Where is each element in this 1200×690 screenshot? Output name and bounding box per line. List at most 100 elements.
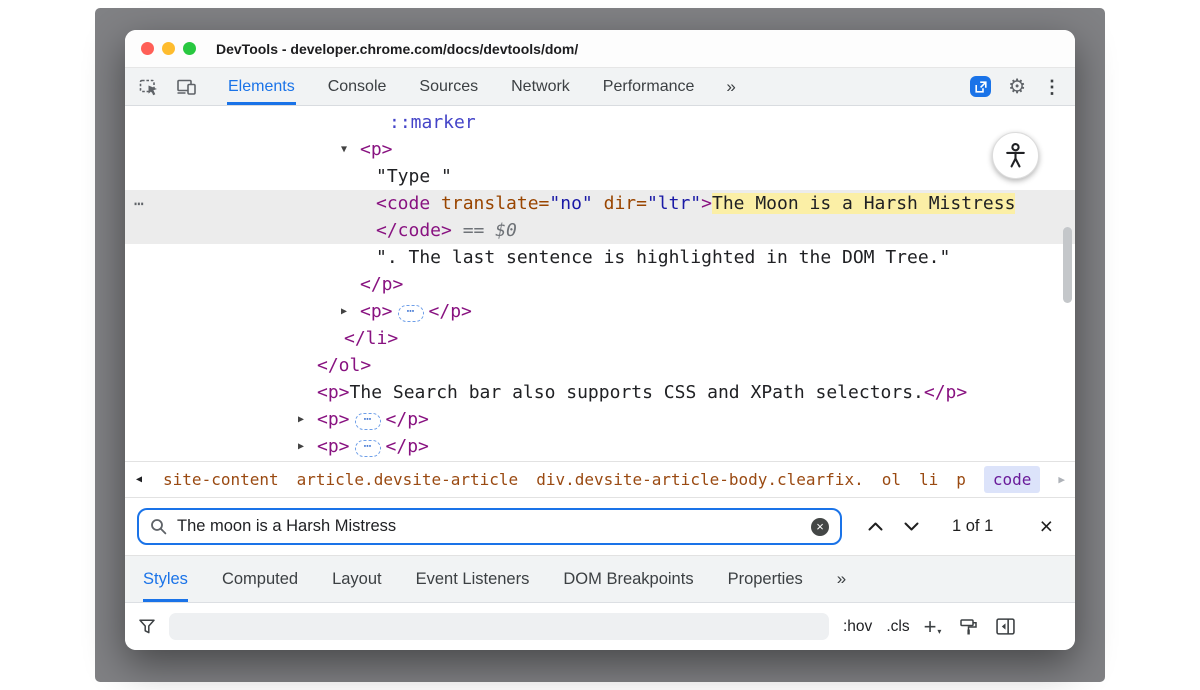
dom-tree-line[interactable]: <p>The Search bar also supports CSS and … [125, 379, 1075, 406]
kebab-menu-icon[interactable]: ⋮ [1043, 78, 1061, 96]
open-in-new-icon[interactable] [970, 76, 991, 97]
dom-token-tag: </code> [376, 220, 452, 241]
settings-gear-icon[interactable]: ⚙ [1008, 77, 1026, 97]
zoom-window-button[interactable] [183, 42, 196, 55]
styles-filter-input[interactable] [169, 613, 829, 640]
dom-node-text: <code translate="no" dir="ltr">The Moon … [125, 190, 1075, 217]
tab-styles[interactable]: Styles [143, 556, 188, 602]
breadcrumb-scroll-left-icon[interactable]: ◀ [133, 474, 145, 485]
tab-properties[interactable]: Properties [728, 556, 803, 602]
scrollbar-thumb[interactable] [1063, 227, 1072, 303]
new-style-rule-button[interactable]: + ▾ [924, 616, 942, 638]
dom-tree-line[interactable]: </li> [125, 325, 1075, 352]
breadcrumb-item-li[interactable]: li [919, 470, 938, 489]
inspect-element-icon[interactable] [139, 77, 159, 97]
dom-node-text: </ol> [125, 352, 1075, 379]
tab-dom-breakpoints[interactable]: DOM Breakpoints [563, 556, 693, 602]
dom-token-pseudo: ::marker [389, 112, 476, 133]
expand-arrow-icon[interactable]: ▶ [298, 433, 304, 460]
tab-console[interactable]: Console [327, 68, 388, 105]
breadcrumb-item-ol[interactable]: ol [882, 470, 901, 489]
dom-node-text: <p>⋯</p> [125, 433, 1075, 460]
dom-token-tag: <p> [317, 382, 350, 403]
dom-node-text: "Type " [125, 163, 1075, 190]
tab-network[interactable]: Network [510, 68, 571, 105]
minimize-window-button[interactable] [162, 42, 175, 55]
dom-node-text: <p>⋯</p> [125, 298, 1075, 325]
dom-token-attr: translate= [430, 193, 549, 214]
dom-token-text: The Search bar also supports CSS and XPa… [350, 382, 924, 403]
dom-tree: ::marker▼<p>"Type "⋯<code translate="no"… [125, 109, 1075, 460]
more-sidebar-tabs-icon[interactable]: » [837, 556, 846, 602]
dom-token-text: ". The last sentence is highlighted in t… [376, 247, 950, 268]
dom-tree-line[interactable]: ::marker [125, 109, 1075, 136]
dom-node-text: ::marker [125, 109, 1075, 136]
dom-token-tag: <p> [317, 409, 350, 430]
vertical-scrollbar[interactable] [1063, 112, 1072, 455]
breadcrumb-scroll-right-icon[interactable]: ▶ [1058, 473, 1068, 486]
devtools-window: DevTools - developer.chrome.com/docs/dev… [125, 30, 1075, 650]
device-toolbar-icon[interactable] [176, 77, 197, 97]
sidebar-tabs: Styles Computed Layout Event Listeners D… [125, 555, 1075, 603]
tab-sources[interactable]: Sources [418, 68, 479, 105]
breadcrumb-item-code[interactable]: code [984, 466, 1041, 493]
search-bar: × 1 of 1 × [125, 498, 1075, 555]
breadcrumb-item-div[interactable]: div.devsite-article-body.clearfix. [536, 470, 864, 489]
dom-token-value: "ltr" [647, 193, 701, 214]
breadcrumb-bar: ◀ site-content article.devsite-article d… [125, 461, 1075, 498]
toggle-element-state-button[interactable]: :hov [843, 618, 872, 636]
dom-tree-line[interactable]: "Type " [125, 163, 1075, 190]
close-window-button[interactable] [141, 42, 154, 55]
collapsed-children-icon[interactable]: ⋯ [355, 440, 381, 457]
accessibility-person-icon[interactable] [992, 132, 1039, 179]
element-classes-button[interactable]: .cls [886, 618, 909, 636]
breadcrumb-item-article[interactable]: article.devsite-article [297, 470, 519, 489]
dom-token-hl: The Moon is a Harsh Mistress [712, 193, 1015, 214]
dom-tree-line[interactable]: ▶ <p> ⋯ </p> [125, 406, 1075, 433]
collapsed-children-icon[interactable]: ⋯ [355, 413, 381, 430]
tab-event-listeners[interactable]: Event Listeners [416, 556, 530, 602]
dom-tree-line[interactable]: ▶<p>⋯</p> [125, 298, 1075, 325]
dom-token-tag: </p> [360, 274, 403, 295]
collapsed-children-icon[interactable]: ⋯ [398, 305, 424, 322]
dom-node-text: <p> ⋯ </p> [125, 406, 1075, 433]
dom-tree-line[interactable]: ⋯<code translate="no" dir="ltr">The Moon… [125, 190, 1075, 217]
more-tabs-icon[interactable]: » [726, 68, 735, 105]
tab-layout[interactable]: Layout [332, 556, 382, 602]
toolbar-left-icons [139, 68, 197, 105]
tab-elements[interactable]: Elements [227, 68, 296, 105]
more-actions-icon[interactable]: ⋯ [134, 190, 145, 217]
dom-tree-line[interactable]: ▼<p> [125, 136, 1075, 163]
dom-tree-line[interactable]: ▶<p>⋯</p> [125, 433, 1075, 460]
search-box[interactable]: × [137, 508, 842, 545]
plus-icon: + [924, 616, 937, 638]
breadcrumb-item-site-content[interactable]: site-content [163, 470, 279, 489]
sidebar-toggle-icon[interactable] [996, 618, 1015, 635]
breadcrumb-item-p[interactable]: p [956, 470, 966, 489]
dom-tree-line[interactable]: </ol> [125, 352, 1075, 379]
tab-performance[interactable]: Performance [602, 68, 696, 105]
expand-arrow-icon[interactable]: ▶ [298, 406, 304, 433]
previous-result-icon[interactable] [860, 512, 890, 542]
paint-roller-icon[interactable] [959, 618, 978, 636]
next-result-icon[interactable] [896, 512, 926, 542]
dom-tree-line[interactable]: </code> == $0 [125, 217, 1075, 244]
panel-tabs: Elements Console Sources Network Perform… [227, 68, 736, 105]
expand-arrow-icon[interactable]: ▶ [341, 298, 347, 325]
dom-tree-line[interactable]: ". The last sentence is highlighted in t… [125, 244, 1075, 271]
tab-computed[interactable]: Computed [222, 556, 298, 602]
dom-token-meta: == $0 [452, 220, 517, 241]
dom-token-tag: </ol> [317, 355, 371, 376]
close-search-icon[interactable]: × [1040, 515, 1053, 538]
search-input[interactable] [177, 517, 801, 536]
dom-token-tag: </p> [386, 409, 429, 430]
dom-tree-line[interactable]: </p> [125, 271, 1075, 298]
collapse-arrow-icon[interactable]: ▼ [341, 136, 347, 163]
dom-token-value: "no" [549, 193, 592, 214]
dom-node-text: <p>The Search bar also supports CSS and … [125, 379, 1075, 406]
dom-node-text: ". The last sentence is highlighted in t… [125, 244, 1075, 271]
clear-search-icon[interactable]: × [811, 518, 829, 536]
styles-filter-toolbar: :hov .cls + ▾ [125, 603, 1075, 650]
dom-token-text: "Type " [376, 166, 452, 187]
caret-down-icon: ▾ [937, 628, 941, 636]
